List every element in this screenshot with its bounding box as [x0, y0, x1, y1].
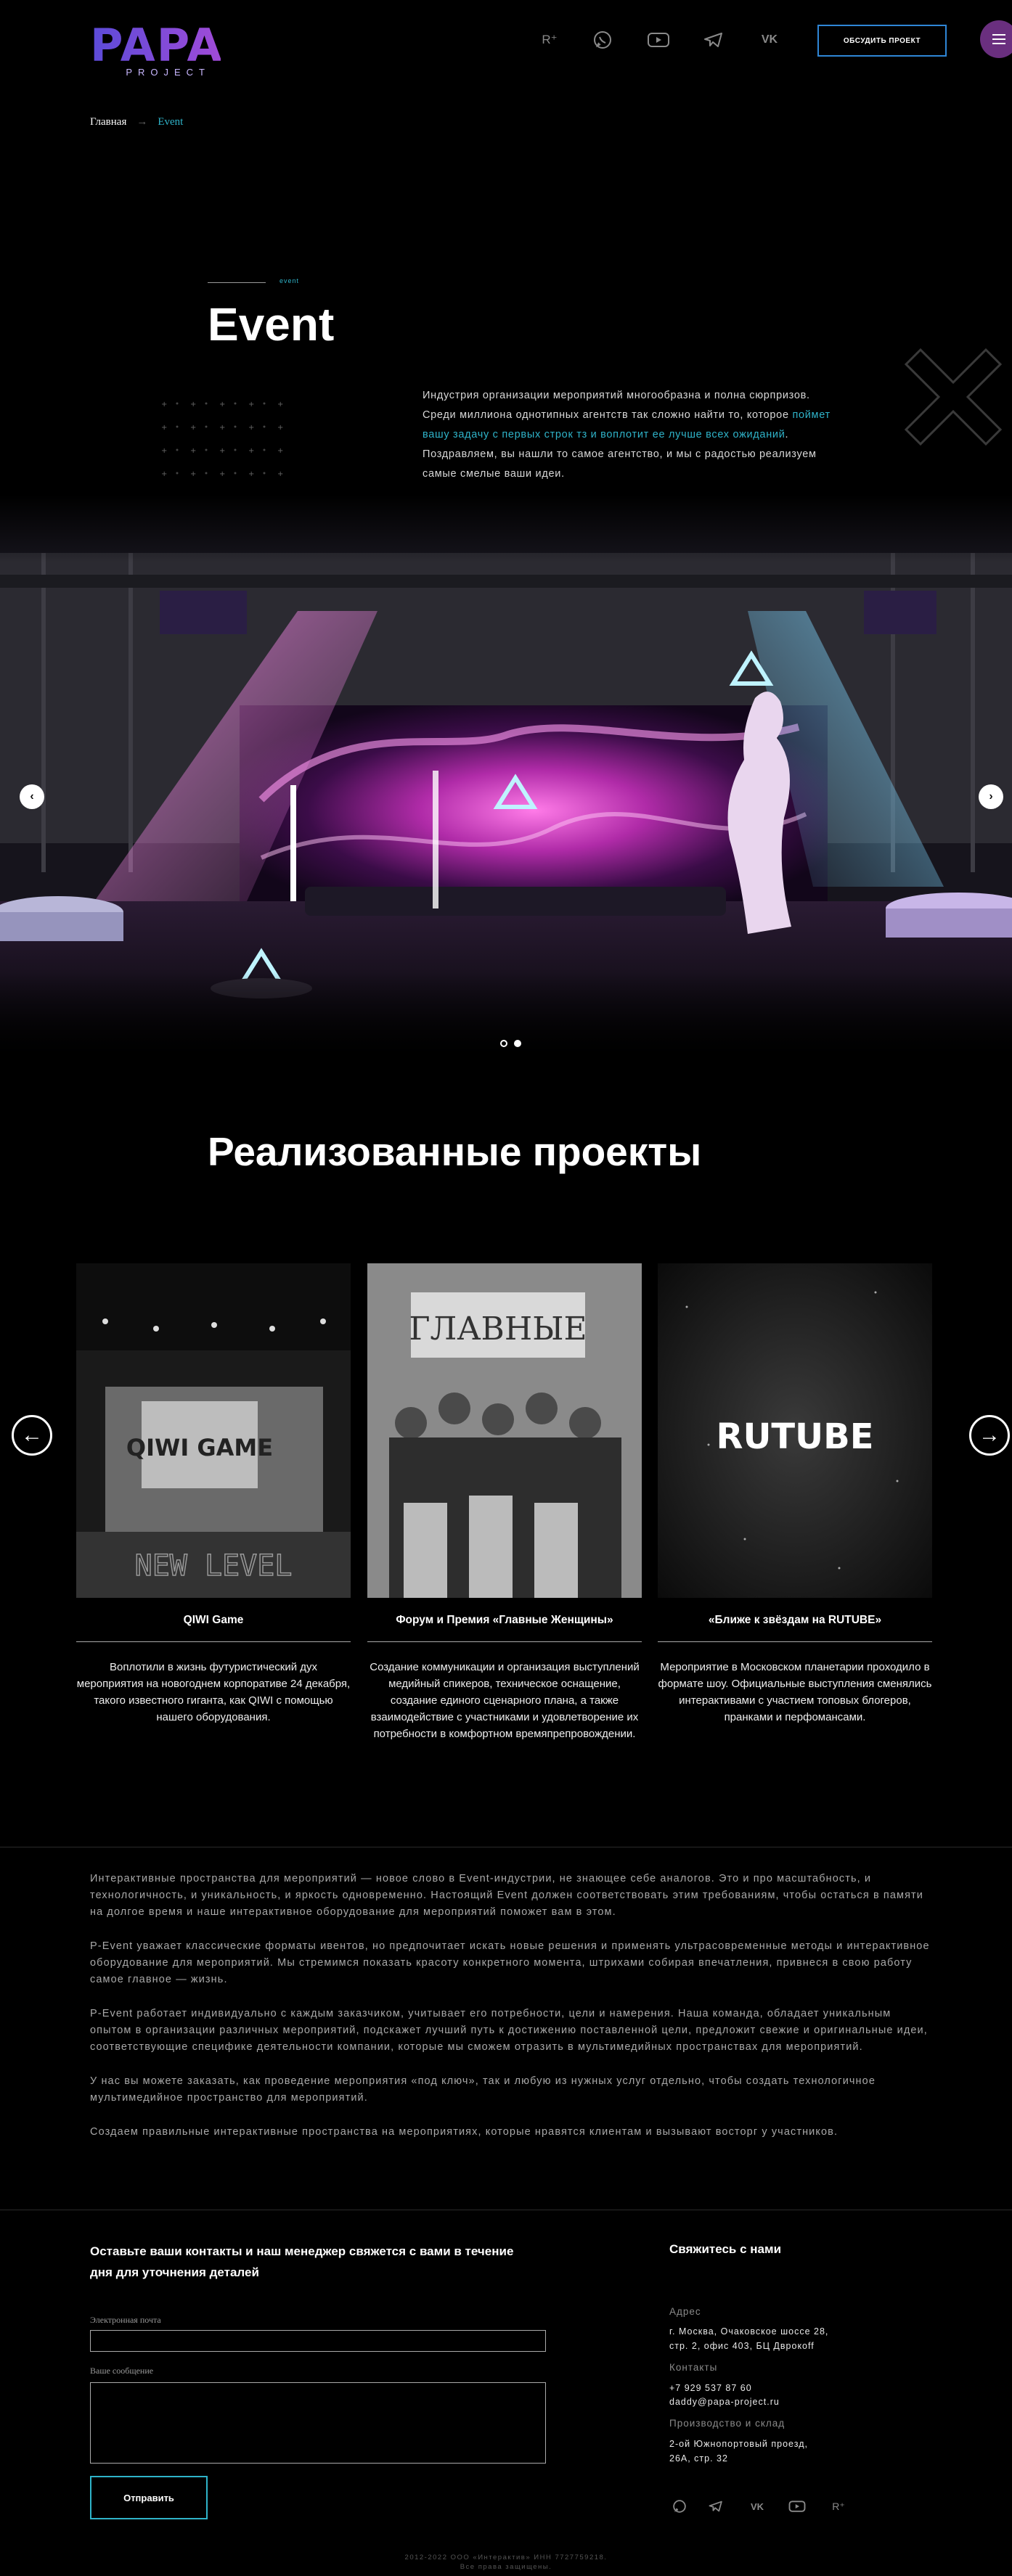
- email-field[interactable]: [90, 2330, 546, 2352]
- svg-text:+: +: [277, 401, 283, 409]
- copyright-line-1: 2012-2022 ООО «Интерактив» ИНН 772775921…: [404, 2554, 608, 2561]
- vk-icon[interactable]: VK: [747, 2496, 767, 2516]
- svg-text:+: +: [219, 424, 225, 432]
- breadcrumb-current: Event: [158, 116, 184, 128]
- telegram-icon[interactable]: [706, 2496, 726, 2516]
- decorative-cross-grid: + + + + + + + + + + + + + + + + + + + +: [161, 401, 283, 478]
- address-line-1: г. Москва, Очаковское шоссе 28,: [669, 2326, 829, 2337]
- seo-text-block: Интерактивные пространства для мероприят…: [90, 1871, 932, 2158]
- svg-text:+: +: [161, 424, 167, 432]
- telegram-icon[interactable]: [701, 28, 726, 52]
- phone-link[interactable]: +7 929 537 87 60: [669, 2381, 752, 2395]
- projects-next-button[interactable]: →: [969, 1415, 1010, 1456]
- menu-icon-bar: [992, 38, 1005, 40]
- submit-button[interactable]: Отправить: [90, 2476, 208, 2519]
- youtube-icon[interactable]: [787, 2496, 807, 2516]
- slider-dot-1[interactable]: [500, 1040, 507, 1047]
- message-field[interactable]: [90, 2382, 546, 2464]
- contacts-label: Контакты: [669, 2362, 718, 2373]
- copyright-line-2: Все права защищены.: [460, 2563, 552, 2571]
- svg-text:+: +: [161, 401, 167, 409]
- slider-next-button[interactable]: ›: [979, 784, 1003, 809]
- event-slider: ‹ ›: [0, 495, 1012, 1056]
- message-label: Ваше сообщение: [90, 2366, 154, 2376]
- vk-icon[interactable]: VK: [757, 28, 782, 52]
- svg-text:+: +: [219, 447, 225, 455]
- project-card-description: Мероприятие в Московском планетарии прох…: [658, 1661, 932, 1723]
- discuss-project-button[interactable]: ОБСУДИТЬ ПРОЕКТ: [817, 25, 947, 57]
- svg-text:RUTUBE: RUTUBE: [716, 1416, 873, 1457]
- production-line-1: 2-ой Южнопортовый проезд,: [669, 2439, 808, 2449]
- breadcrumb-home[interactable]: Главная: [90, 116, 126, 128]
- production-line-2: 26А, стр. 32: [669, 2453, 728, 2464]
- svg-text:+: +: [190, 424, 196, 432]
- project-card-title[interactable]: QIWI Game: [76, 1614, 351, 1627]
- seo-paragraph: У нас вы можете заказать, как проведение…: [90, 2075, 876, 2104]
- card-divider: [367, 1641, 642, 1642]
- logo[interactable]: PAPA PROJECT: [90, 23, 221, 78]
- svg-text:+: +: [190, 401, 196, 409]
- svg-text:+: +: [248, 470, 254, 478]
- project-card-image[interactable]: RUTUBE: [658, 1263, 932, 1598]
- slider-prev-button[interactable]: ‹: [20, 784, 44, 809]
- contacts-title: Свяжитесь с нами: [669, 2242, 782, 2256]
- seo-paragraph: P-Event уважает классические форматы иве…: [90, 1940, 930, 1985]
- svg-text:+: +: [190, 447, 196, 455]
- seo-paragraph: Интерактивные пространства для мероприят…: [90, 1873, 923, 1918]
- project-card-description: Создание коммуникации и организация выст…: [370, 1661, 640, 1740]
- svg-text:+: +: [277, 447, 283, 455]
- event-stage-image: [0, 495, 1012, 1056]
- address-line-2: стр. 2, офис 403, БЦ Дврокоff: [669, 2341, 815, 2351]
- svg-text:QIWI GAME: QIWI GAME: [126, 1434, 273, 1461]
- email-link[interactable]: daddy@papa-project.ru: [669, 2395, 780, 2409]
- svg-text:+: +: [161, 470, 167, 478]
- seo-paragraph: P-Event работает индивидуально с каждым …: [90, 2008, 928, 2053]
- project-card-description: Воплотили в жизнь футуристический дух ме…: [76, 1661, 351, 1723]
- svg-text:+: +: [277, 470, 283, 478]
- intro-text: Индустрия организации мероприятий многоо…: [423, 390, 831, 480]
- page-title: Event: [208, 298, 335, 350]
- svg-text:+: +: [190, 470, 196, 478]
- project-card-title[interactable]: «Ближе к звёздам на RUTUBE»: [658, 1614, 932, 1627]
- svg-text:+: +: [219, 470, 225, 478]
- eyebrow-line: [208, 282, 266, 283]
- svg-text:+: +: [219, 401, 225, 409]
- svg-text:NEW LEVEL: NEW LEVEL: [135, 1549, 293, 1583]
- seo-paragraph: Создаем правильные интерактивные простра…: [90, 2126, 838, 2138]
- svg-text:+: +: [248, 424, 254, 432]
- project-card-image[interactable]: ГЛАВНЫЕ: [367, 1263, 642, 1598]
- rutube-icon[interactable]: R⁺: [828, 2496, 849, 2516]
- youtube-icon[interactable]: [646, 28, 671, 52]
- production-label: Производство и склад: [669, 2418, 785, 2429]
- breadcrumb: Главная → Event: [90, 116, 183, 128]
- whatsapp-icon[interactable]: [590, 28, 615, 52]
- menu-icon-bar: [992, 34, 1005, 36]
- slider-dot-2[interactable]: [514, 1040, 521, 1047]
- logo-main-text: PAPA: [90, 19, 224, 72]
- whatsapp-icon[interactable]: [669, 2496, 690, 2516]
- eyebrow-label: event: [279, 277, 300, 284]
- rutube-icon[interactable]: R⁺: [537, 28, 562, 52]
- svg-text:ГЛАВНЫЕ: ГЛАВНЫЕ: [409, 1310, 587, 1348]
- form-title: Оставьте ваши контакты и наш менеджер св…: [90, 2244, 514, 2279]
- address-label: Адрес: [669, 2306, 701, 2317]
- decorative-x-shape: [904, 348, 1003, 446]
- svg-text:+: +: [161, 447, 167, 455]
- copyright: 2012-2022 ООО «Интерактив» ИНН 772775921…: [0, 2553, 1012, 2572]
- project-card-title[interactable]: Форум и Премия «Главные Женщины»: [367, 1614, 642, 1627]
- projects-prev-button[interactable]: ←: [12, 1415, 52, 1456]
- svg-text:+: +: [277, 424, 283, 432]
- projects-section-title: Реализованные проекты: [208, 1129, 702, 1174]
- card-divider: [76, 1641, 351, 1642]
- breadcrumb-separator: →: [136, 116, 148, 128]
- card-divider: [658, 1641, 932, 1642]
- project-card-image[interactable]: QIWI GAME NEW LEVEL: [76, 1263, 351, 1598]
- menu-button[interactable]: [980, 20, 1012, 58]
- menu-icon-bar: [992, 43, 1005, 44]
- svg-text:+: +: [248, 447, 254, 455]
- email-label: Электронная почта: [90, 2315, 161, 2325]
- svg-text:+: +: [248, 401, 254, 409]
